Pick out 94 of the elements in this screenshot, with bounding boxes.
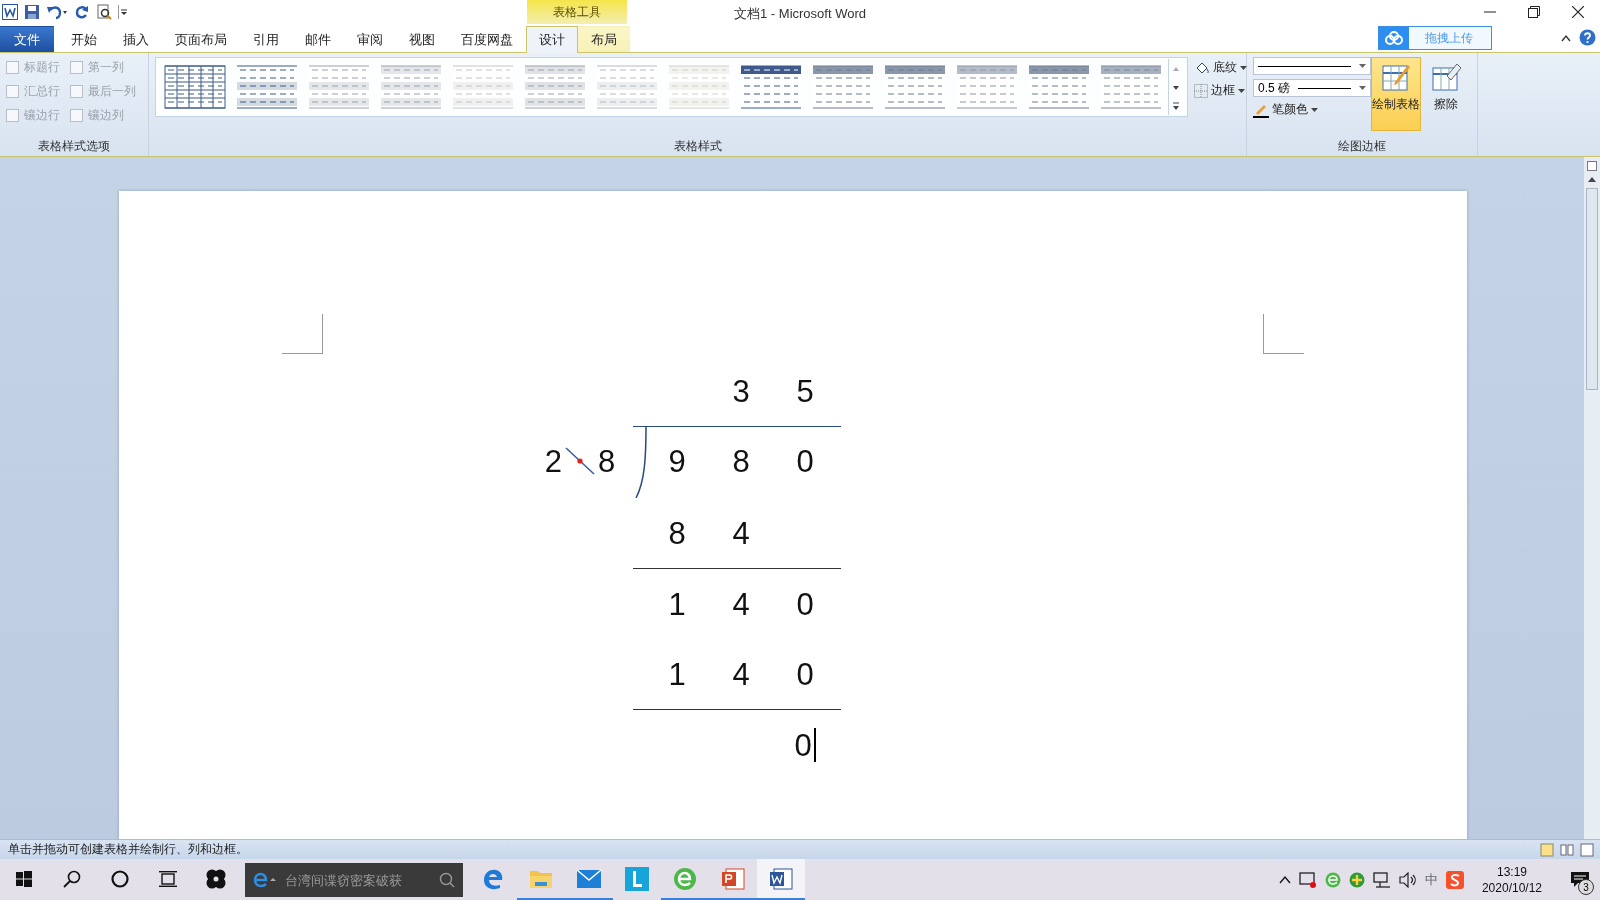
ribbon-tab[interactable]: 审阅 <box>344 26 396 52</box>
ribbon-tab[interactable]: 邮件 <box>292 26 344 52</box>
dropdown-arrow-icon <box>1359 64 1366 68</box>
slides-icon <box>721 866 745 891</box>
letter-s-icon[interactable] <box>1445 871 1464 889</box>
step-digit: 0 <box>796 658 814 690</box>
contextual-tab-header: 表格工具 <box>527 0 627 24</box>
ribbon-tab[interactable]: 插入 <box>110 26 162 52</box>
plus-circle-icon[interactable] <box>1348 872 1365 888</box>
crop-mark <box>282 314 323 354</box>
envelope-icon <box>576 868 602 889</box>
windows-logo-icon <box>16 870 32 887</box>
step-digit: 0 <box>796 588 814 620</box>
step-digit: 1 <box>668 658 686 690</box>
ribbon-tab[interactable]: 设计 <box>526 26 578 53</box>
close-icon[interactable] <box>1572 6 1584 18</box>
network-icon[interactable] <box>1372 872 1391 888</box>
dividend-digit: 9 <box>668 445 686 477</box>
step-digit: 8 <box>668 517 686 549</box>
step-digit: 4 <box>732 517 750 549</box>
scroll-up-icon[interactable] <box>1588 177 1596 182</box>
customize-menu-icon[interactable] <box>118 4 128 20</box>
pen-color-button[interactable]: 笔颜色 <box>1253 101 1318 118</box>
save-icon[interactable] <box>24 4 40 20</box>
divisor-digit: 8 <box>598 445 616 477</box>
crop-mark <box>1263 314 1304 354</box>
dropdown-arrow-icon <box>1238 88 1245 93</box>
quotient-digit: 5 <box>796 375 814 407</box>
status-text: 单击并拖动可创建表格并绘制行、列和边框。 <box>8 841 248 858</box>
group-title: 绘图边框 <box>1337 138 1387 155</box>
collapse-ribbon-icon[interactable] <box>1561 33 1571 42</box>
shading-button[interactable]: 底纹 <box>1194 59 1247 76</box>
word-icon <box>769 866 793 891</box>
divisor-digit: 2 <box>544 445 562 477</box>
input-method-indicator[interactable]: 中 <box>1424 871 1438 889</box>
dropdown-arrow-icon <box>1359 86 1366 90</box>
search-input[interactable]: 台湾间谍窃密案破获 <box>283 871 433 889</box>
border-grid-icon <box>1194 83 1208 98</box>
web-layout-icon[interactable] <box>1580 842 1594 857</box>
text-cursor <box>813 728 816 762</box>
step-digit: 4 <box>732 658 750 690</box>
redo-icon[interactable] <box>74 4 90 20</box>
step-digit: 1 <box>668 588 686 620</box>
table-pencil-icon <box>1381 62 1411 92</box>
ruler-toggle-icon[interactable] <box>1587 161 1597 171</box>
help-icon[interactable] <box>1579 29 1596 46</box>
chevron-up-icon[interactable] <box>1278 876 1291 884</box>
dividend-digit: 0 <box>796 445 814 477</box>
borders-button[interactable]: 边框 <box>1194 82 1247 99</box>
dividend-digit: 8 <box>732 445 750 477</box>
ribbon-tab[interactable]: 开始 <box>58 26 110 52</box>
vertical-scrollbar[interactable] <box>1584 157 1600 839</box>
dropdown-arrow-icon <box>1311 107 1318 112</box>
letter-l-icon <box>625 866 649 891</box>
search-field[interactable]: 台湾间谍窃密案破获 <box>245 863 463 897</box>
quotient-digit: 3 <box>732 375 750 407</box>
notification-count: 3 <box>1578 879 1594 895</box>
clock-date: 2020/10/12 <box>1481 881 1542 895</box>
reading-view-icon[interactable] <box>1560 842 1574 857</box>
scroll-thumb[interactable] <box>1586 188 1598 390</box>
ribbon-tab[interactable]: 文件 <box>0 26 54 52</box>
remainder-digit: 0 <box>794 729 812 761</box>
ribbon-tab[interactable]: 百度网盘 <box>448 26 526 52</box>
circle-icon <box>111 869 129 888</box>
search-icon <box>63 869 81 888</box>
step-digit: 4 <box>732 588 750 620</box>
print-preview-icon[interactable] <box>96 4 112 20</box>
window-title: 文档1 - Microsoft Word <box>734 6 866 21</box>
monitor-alert-icon[interactable] <box>1298 872 1317 888</box>
slash-mark-icon <box>564 446 596 476</box>
dropdown-arrow-icon <box>1240 65 1247 70</box>
search-icon <box>439 872 455 888</box>
task-view-icon <box>159 870 177 887</box>
line-style-dropdown[interactable] <box>1253 57 1371 75</box>
group-title: 表格样式 <box>672 138 723 155</box>
e-logo-icon <box>673 866 697 891</box>
taskbar-app-button[interactable] <box>757 859 805 900</box>
restore-icon[interactable] <box>1528 6 1540 18</box>
draw-table-button[interactable]: 绘制表格 <box>1371 57 1421 131</box>
clock-time: 13:19 <box>1496 865 1527 879</box>
ribbon-tab[interactable]: 引用 <box>240 26 292 52</box>
ribbon-tab[interactable]: 视图 <box>396 26 448 52</box>
ribbon-tab[interactable]: 页面布局 <box>162 26 240 52</box>
eraser-button[interactable]: 擦除 <box>1421 57 1471 131</box>
volume-icon[interactable] <box>1398 872 1417 888</box>
ribbon-tab[interactable]: 布局 <box>578 26 630 52</box>
cloud-icon <box>1384 31 1404 45</box>
pinwheel-icon <box>205 867 227 890</box>
undo-icon[interactable] <box>46 4 68 20</box>
table-eraser-icon <box>1431 62 1461 92</box>
e-logo-icon[interactable] <box>1324 872 1341 888</box>
group-title: 表格样式选项 <box>37 138 111 155</box>
line-weight-dropdown[interactable]: 0.5 磅 <box>1253 79 1371 97</box>
browser-e-icon <box>253 871 277 889</box>
